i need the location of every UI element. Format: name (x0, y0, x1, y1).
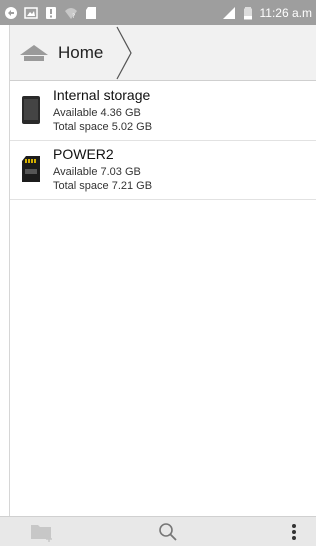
status-bar: ? 11:26 a.m (0, 0, 316, 25)
signal-icon (222, 6, 236, 20)
bottom-action-bar (0, 516, 316, 546)
more-options-icon (292, 524, 296, 540)
storage-available: Available 4.36 GB (53, 107, 141, 119)
search-button[interactable] (148, 517, 188, 546)
storage-name: Internal storage (53, 87, 151, 103)
storage-total: Total space 7.21 GB (53, 180, 153, 192)
storage-list: Internal storage Available 4.36 GB Total… (10, 82, 316, 200)
svg-text:?: ? (72, 13, 75, 20)
sd-card-icon (84, 6, 98, 20)
storage-name: POWER2 (53, 146, 114, 162)
new-folder-button[interactable] (22, 517, 62, 546)
alert-icon (44, 6, 58, 20)
status-time: 11:26 a.m (259, 5, 312, 20)
battery-icon (241, 6, 255, 20)
storage-total: Total space 5.02 GB (53, 121, 153, 133)
wifi-icon: ? (64, 6, 78, 20)
breadcrumb-home-label: Home (58, 43, 104, 62)
breadcrumb: Home (10, 25, 316, 81)
sd-card-icon (20, 154, 42, 184)
storage-item-power2[interactable]: POWER2 Available 7.03 GB Total space 7.2… (10, 141, 316, 200)
new-folder-icon (31, 525, 52, 542)
storage-available: Available 7.03 GB (53, 166, 141, 178)
status-bar-notifications: ? (4, 6, 98, 20)
home-icon (18, 43, 50, 63)
left-rail (0, 25, 10, 516)
more-options-button[interactable] (276, 517, 312, 546)
image-icon (24, 6, 38, 20)
search-icon (159, 523, 177, 541)
sync-icon (4, 6, 18, 20)
phone-storage-icon (20, 95, 42, 125)
status-bar-system: 11:26 a.m (222, 6, 312, 20)
storage-item-internal[interactable]: Internal storage Available 4.36 GB Total… (10, 82, 316, 141)
breadcrumb-chevron-icon (116, 26, 132, 80)
